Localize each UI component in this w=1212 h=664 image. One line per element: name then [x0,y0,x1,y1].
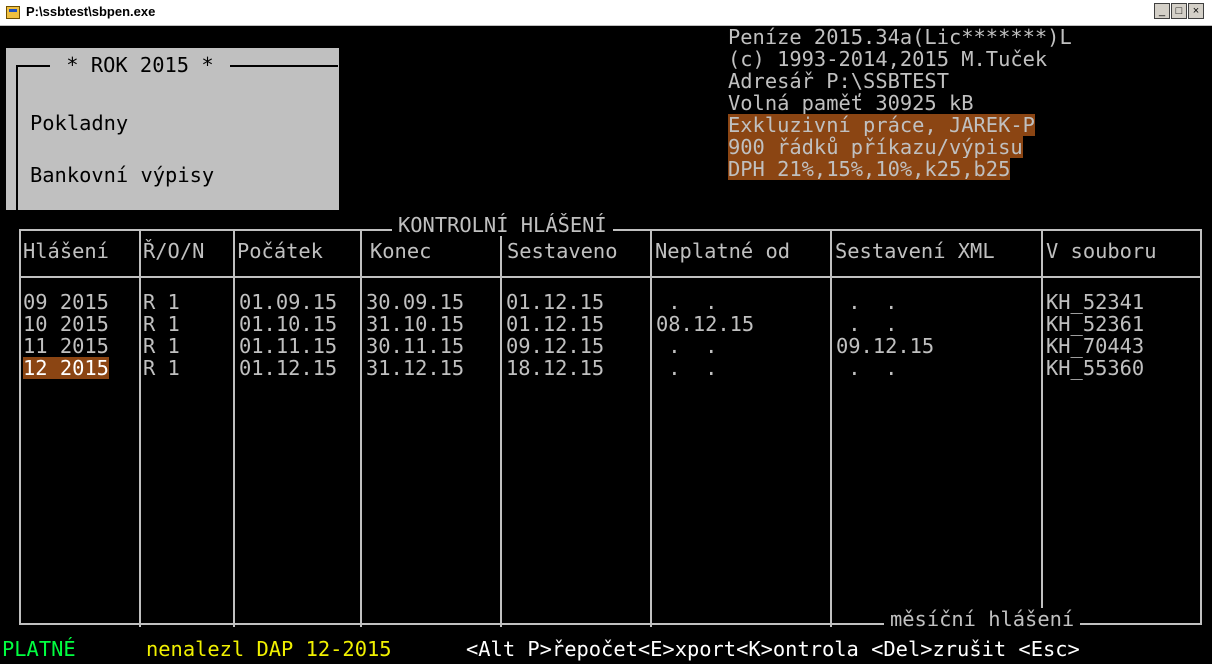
column-header[interactable]: Počátek [237,240,323,262]
minimize-button[interactable]: _ [1154,3,1170,19]
console-area: * ROK 2015 * Pokladny Bankovní výpisy Př… [2,25,1206,664]
info-version: Peníze 2015.34a(Lic*******)L [728,25,1072,49]
info-directory: Adresář P:\SSBTEST [728,69,949,93]
column-header[interactable]: Hlášení [23,240,109,262]
info-license: Exkluzivní práce, JAREK-P [728,113,1035,137]
cell-invalid-from: 08.12.15 [656,312,755,336]
cell-report: 12 2015 [23,356,109,380]
column-divider [650,231,652,627]
column-header[interactable]: Ř/O/N [143,240,204,262]
menu-item-pokladny[interactable]: Pokladny [30,112,128,134]
cell-end: 31.10.15 [366,312,465,336]
cell-type: R 1 [143,290,180,314]
column-divider [500,231,502,627]
cell-compiled: 01.12.15 [506,290,605,314]
cell-xml: . . [836,356,898,380]
cell-end: 30.09.15 [366,290,465,314]
info-memory: Volná paměť 30925 kB [728,91,974,115]
menu-frame [16,65,338,227]
column-divider [830,231,832,627]
window-title: P:\ssbtest\sbpen.exe [26,4,156,19]
info-vat: DPH 21%,15%,10%,k25,b25 [728,157,1011,181]
cell-xml: 09.12.15 [836,334,935,358]
close-button[interactable]: × [1188,3,1204,19]
column-divider [139,231,141,627]
cell-file: KH_52361 [1046,312,1145,336]
cell-report: 10 2015 [23,312,109,336]
status-message: nenalezl DAP 12-2015 [146,637,392,661]
cell-compiled: 18.12.15 [506,356,605,380]
column-header[interactable]: Konec [370,240,431,262]
table-footer-title: měsíční hlášení [884,608,1081,630]
cell-end: 30.11.15 [366,334,465,358]
cell-start: 01.12.15 [239,356,338,380]
status-key-hints[interactable]: <Alt P>řepočet<E>xport<K>ontrola <Del>zr… [466,638,1080,660]
column-divider [233,231,235,627]
column-header[interactable]: V souboru [1046,240,1157,262]
menu-title: * ROK 2015 * [50,54,230,76]
window-titlebar[interactable]: P:\ssbtest\sbpen.exe _ □ × [0,0,1212,26]
table-title: KONTROLNÍ HLÁŠENÍ [392,214,613,236]
cell-type: R 1 [143,312,180,336]
year-menu: * ROK 2015 * Pokladny Bankovní výpisy Př… [6,48,339,234]
app-icon [6,6,20,19]
column-header[interactable]: Sestaveno [507,240,618,262]
cell-compiled: 09.12.15 [506,334,605,358]
cell-report: 11 2015 [23,334,109,358]
cell-file: KH_52341 [1046,290,1145,314]
column-divider [360,231,362,627]
cell-invalid-from: . . [656,356,718,380]
column-divider [1041,231,1043,627]
column-header[interactable]: Sestavení XML [835,240,995,262]
cell-invalid-from: . . [656,290,718,314]
cell-report: 09 2015 [23,290,109,314]
column-header[interactable]: Neplatné od [655,240,790,262]
status-mode: PLATNÉ [2,637,76,661]
cell-start: 01.10.15 [239,312,338,336]
cell-start: 01.11.15 [239,334,338,358]
info-copyright: (c) 1993-2014,2015 M.Tuček [728,47,1048,71]
cell-type: R 1 [143,356,180,380]
cell-type: R 1 [143,334,180,358]
menu-item-bankovni-vypisy[interactable]: Bankovní výpisy [30,164,214,186]
header-divider [21,276,1200,278]
cell-compiled: 01.12.15 [506,312,605,336]
report-table[interactable] [19,229,1202,627]
cell-invalid-from: . . [656,334,718,358]
cell-start: 01.09.15 [239,290,338,314]
cell-xml: . . [836,290,898,314]
cell-end: 31.12.15 [366,356,465,380]
cell-file: KH_55360 [1046,356,1145,380]
cell-file: KH_70443 [1046,334,1145,358]
cell-xml: . . [836,312,898,336]
info-rows: 900 řádků příkazu/výpisu [728,135,1023,159]
maximize-button[interactable]: □ [1171,3,1187,19]
